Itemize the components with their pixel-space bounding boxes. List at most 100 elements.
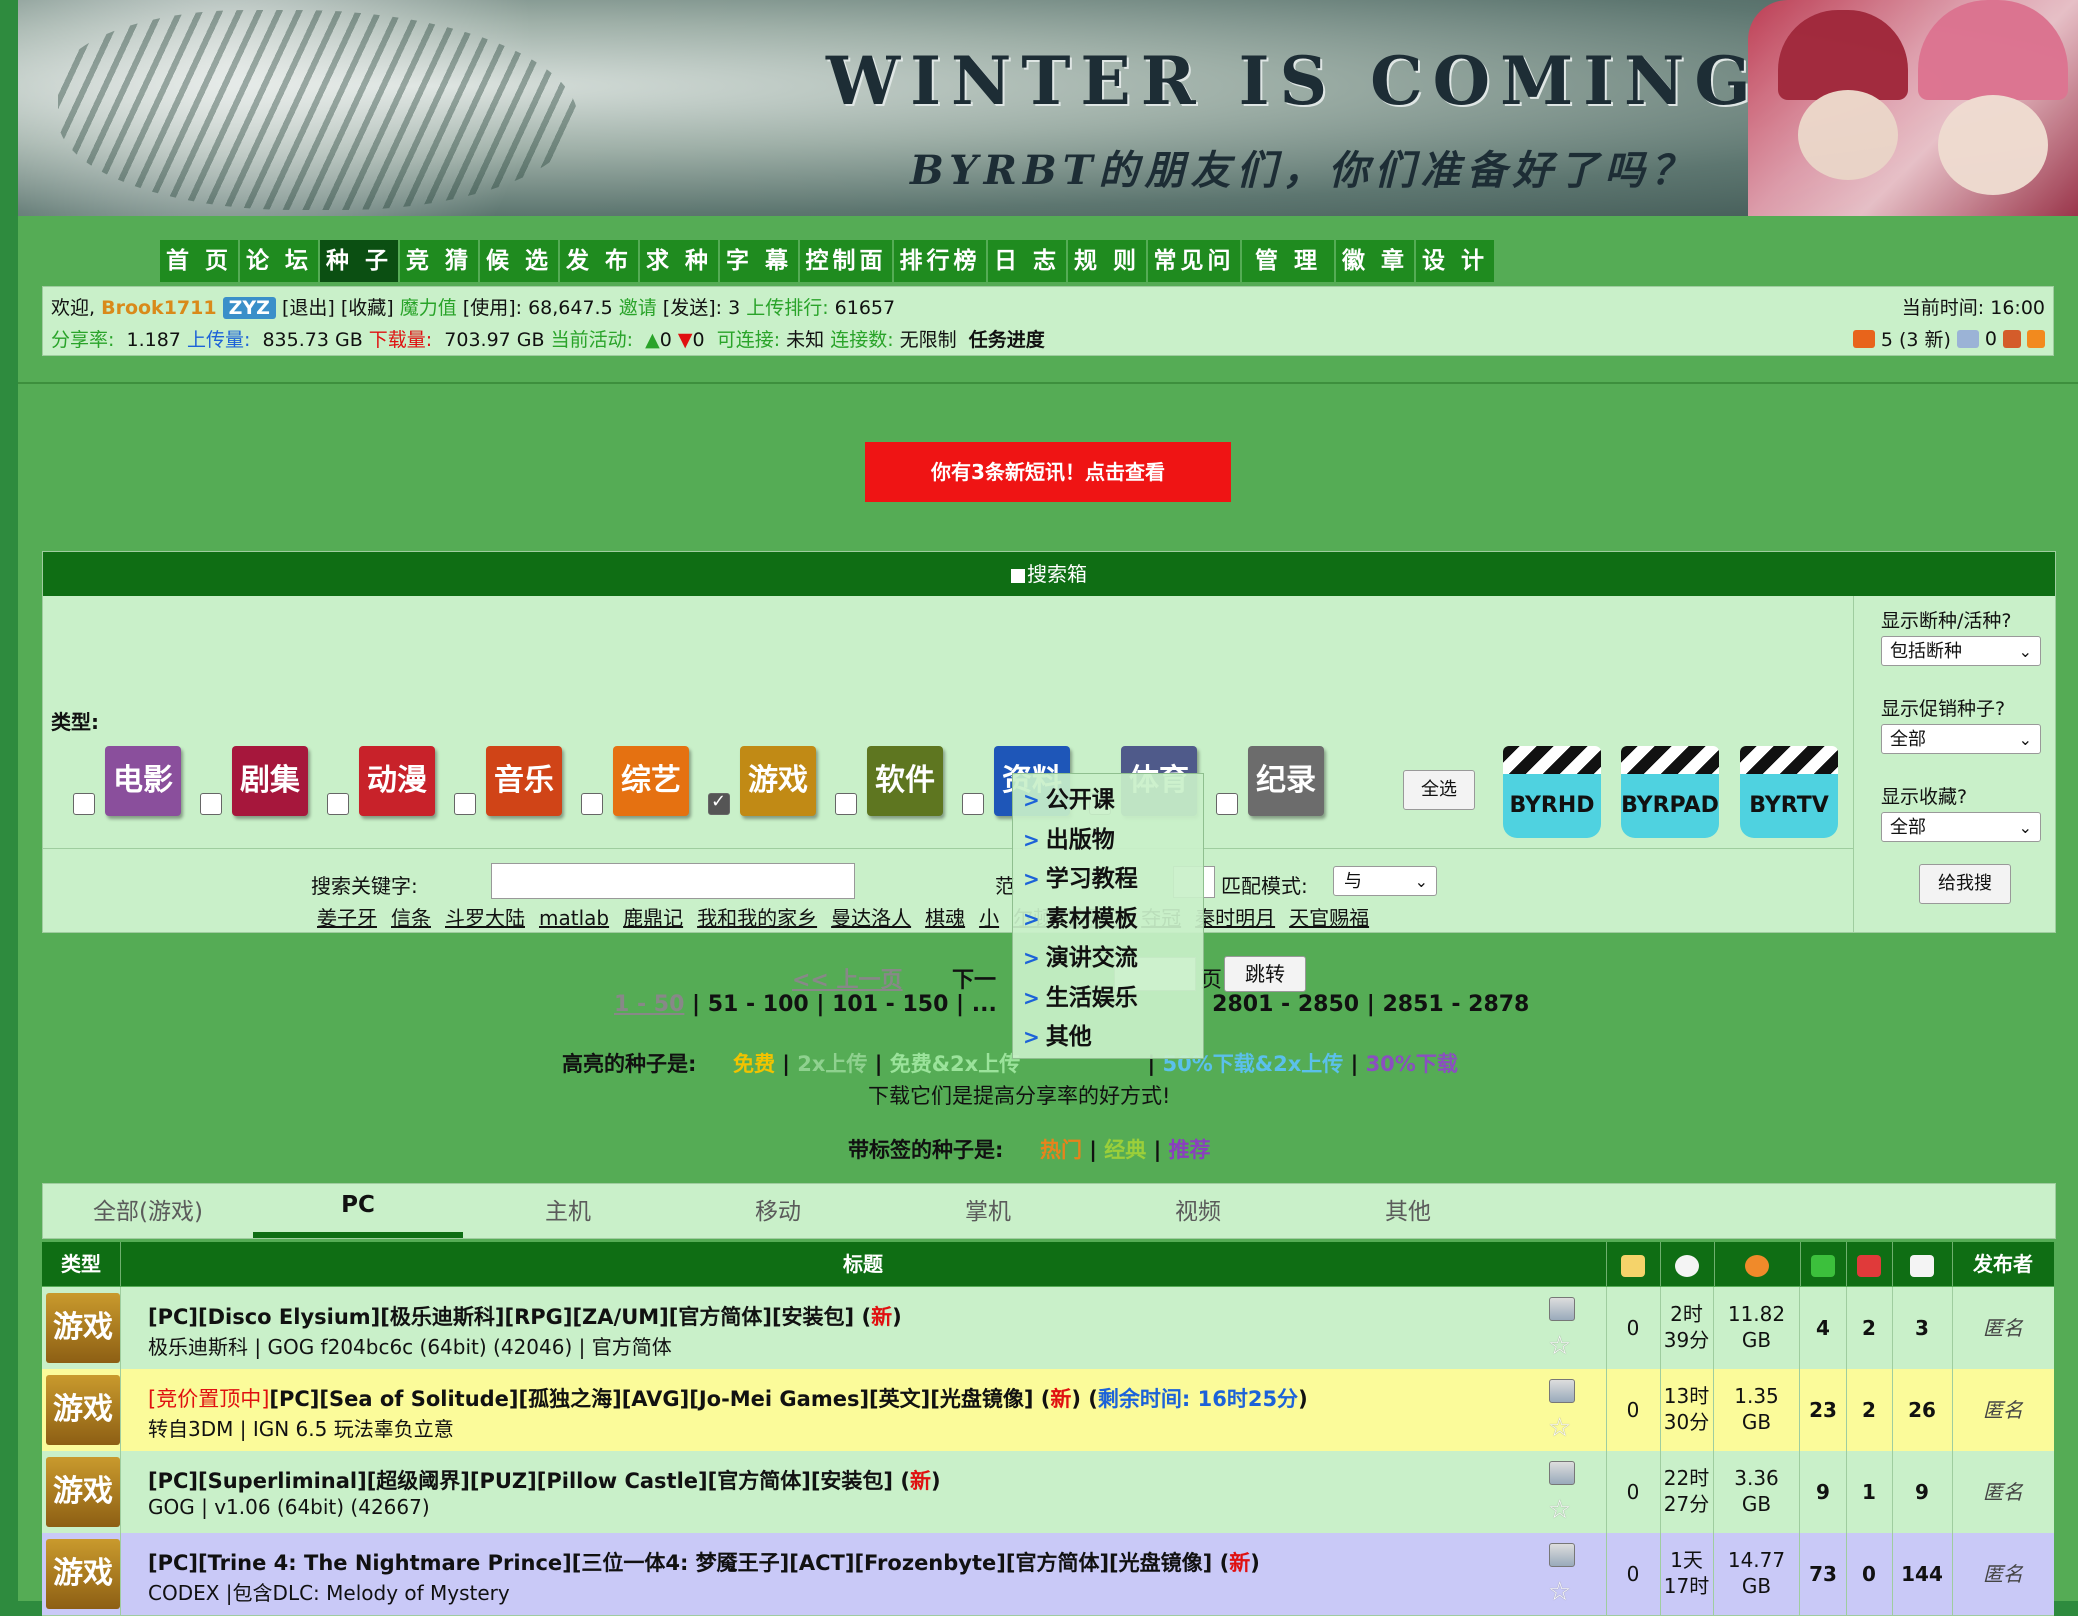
col-leechers[interactable] (1846, 1242, 1893, 1286)
username-link[interactable]: Brook1711 (101, 297, 216, 319)
category-badge[interactable]: 游戏 (46, 1457, 120, 1527)
prev-page-link[interactable]: << 上一页 (792, 962, 903, 994)
page-range-link[interactable]: 101 - 150 (832, 992, 948, 1017)
hot-keyword-link[interactable]: 我和我的家乡 (697, 906, 817, 930)
byr-tile[interactable]: BYRHD (1503, 746, 1601, 838)
seeders-cell[interactable]: 73 (1800, 1533, 1847, 1615)
submenu-item[interactable]: > 演讲交流 (1023, 938, 1138, 972)
page-range-link[interactable]: 2851 - 2878 (1382, 992, 1529, 1017)
task-progress-link[interactable]: 任务进度 (969, 329, 1045, 351)
subcategory-tab[interactable]: 主机 (463, 1192, 673, 1226)
nav-item[interactable]: 控制面板 (800, 240, 894, 316)
category-tile-2[interactable]: 剧集 (232, 746, 308, 816)
submenu-item[interactable]: > 其他 (1023, 1017, 1092, 1051)
torrent-title[interactable]: [竞价置顶中][PC][Sea of Solitude][孤独之海][AVG][… (148, 1383, 1308, 1413)
completed-cell[interactable]: 144 (1892, 1533, 1953, 1615)
category-badge[interactable]: 游戏 (46, 1539, 120, 1609)
hot-keyword-link[interactable]: 秦时明月 (1195, 906, 1275, 930)
category-badge[interactable]: 游戏 (46, 1293, 120, 1363)
table-row[interactable]: 游戏 [PC][Superliminal][超级阈界][PUZ][Pillow C… (42, 1451, 2054, 1534)
search-box-header[interactable]: 搜索箱 (43, 552, 2055, 596)
nav-item[interactable]: 首 页 (160, 240, 240, 282)
friends-icon[interactable] (2003, 329, 2021, 348)
submenu-item[interactable]: > 公开课 (1023, 780, 1115, 814)
bookmark-star-icon[interactable]: ☆ (1548, 1413, 1571, 1443)
category-checkbox[interactable] (327, 793, 349, 815)
hot-keyword-link[interactable]: matlab (539, 906, 609, 930)
invite-value[interactable]: [发送]: 3 (663, 297, 740, 319)
select-all-button[interactable]: 全选 (1403, 770, 1475, 810)
col-publisher[interactable]: 发布者 (1952, 1242, 2054, 1286)
download-icon[interactable] (1549, 1461, 1575, 1485)
category-tile-3[interactable]: 动漫 (359, 746, 435, 816)
leechers-cell[interactable]: 2 (1846, 1369, 1893, 1451)
submenu-item[interactable]: > 学习教程 (1023, 859, 1138, 893)
comments-cell[interactable]: 0 (1606, 1533, 1661, 1615)
col-age[interactable] (1660, 1242, 1715, 1286)
nav-item[interactable]: 竞 猜 (400, 240, 480, 282)
col-type[interactable]: 类型 (42, 1242, 121, 1286)
category-tile-1[interactable]: 电影 (105, 746, 181, 816)
nav-item[interactable]: 排行榜 (894, 240, 988, 282)
col-comments[interactable] (1606, 1242, 1661, 1286)
hot-keyword-link[interactable]: 信条 (391, 906, 431, 930)
torrent-title-text[interactable]: [PC][Disco Elysium][极乐迪斯科][RPG][ZA/UM][官… (148, 1305, 854, 1329)
hot-keyword-link[interactable]: 天官赐福 (1289, 906, 1369, 930)
category-tile-5[interactable]: 综艺 (613, 746, 689, 816)
page-range-link[interactable]: 2801 - 2850 (1212, 992, 1359, 1017)
subcategory-tab[interactable]: 其他 (1303, 1192, 1513, 1226)
next-page-link[interactable]: 下一 (952, 962, 996, 994)
completed-cell[interactable]: 9 (1892, 1451, 1953, 1533)
nav-item[interactable]: 常见问题 (1148, 240, 1242, 316)
category-tile-4[interactable]: 音乐 (486, 746, 562, 816)
bookmark-star-icon[interactable]: ☆ (1548, 1495, 1571, 1525)
category-badge[interactable]: 游戏 (46, 1375, 120, 1445)
subcategory-tab[interactable]: 视频 (1093, 1192, 1303, 1226)
show-fav-select[interactable]: 全部 ⌄ (1881, 812, 2041, 842)
nav-item[interactable]: 日 志 (988, 240, 1068, 282)
seeders-cell[interactable]: 4 (1800, 1287, 1847, 1369)
comments-cell[interactable]: 0 (1606, 1369, 1661, 1451)
table-row[interactable]: 游戏 [竞价置顶中][PC][Sea of Solitude][孤独之海][AVG… (42, 1369, 2054, 1452)
col-completed[interactable] (1892, 1242, 1953, 1286)
seeders-cell[interactable]: 9 (1800, 1451, 1847, 1533)
category-checkbox[interactable] (581, 793, 603, 815)
col-size[interactable] (1714, 1242, 1801, 1286)
bonus-value[interactable]: [使用]: 68,647.5 (463, 297, 613, 319)
hot-keyword-link[interactable]: 斗罗大陆 (445, 906, 525, 930)
download-icon[interactable] (1549, 1297, 1575, 1321)
hot-keyword-link[interactable]: 姜子牙 (317, 906, 377, 930)
nav-item[interactable]: 徽 章 (1336, 240, 1416, 282)
nav-item[interactable]: 求 种 (640, 240, 720, 282)
seeders-cell[interactable]: 23 (1800, 1369, 1847, 1451)
col-title[interactable]: 标题 (120, 1242, 1607, 1286)
torrent-title-text[interactable]: [PC][Superliminal][超级阈界][PUZ][Pillow Cas… (148, 1469, 893, 1493)
category-tile-10[interactable]: 纪录 (1248, 746, 1324, 816)
watch-icon[interactable] (1956, 329, 1979, 348)
leechers-cell[interactable]: 2 (1846, 1287, 1893, 1369)
invite-label[interactable]: 邀请 (619, 297, 657, 319)
subcategory-tab[interactable]: 全部(游戏) (43, 1192, 253, 1226)
completed-cell[interactable]: 26 (1892, 1369, 1953, 1451)
subcategory-tab[interactable]: 掌机 (883, 1192, 1093, 1226)
rss-icon[interactable] (2027, 329, 2045, 348)
keyword-input[interactable] (491, 863, 855, 899)
hot-keyword-link[interactable]: 棋魂 (925, 906, 965, 930)
inbox-icon[interactable] (1852, 329, 1875, 348)
category-checkbox[interactable] (200, 793, 222, 815)
byr-tile[interactable]: BYRPAD (1621, 746, 1719, 838)
table-row[interactable]: 游戏 [PC][Disco Elysium][极乐迪斯科][RPG][ZA/UM]… (42, 1287, 2054, 1370)
category-checkbox[interactable] (454, 793, 476, 815)
nav-item[interactable]: 规 则 (1068, 240, 1148, 282)
download-icon[interactable] (1549, 1379, 1575, 1403)
nav-item[interactable]: 管 理 组 (1242, 240, 1336, 316)
category-checkbox[interactable] (962, 793, 984, 815)
show-promo-select[interactable]: 全部 ⌄ (1881, 724, 2041, 754)
torrent-title[interactable]: [PC][Disco Elysium][极乐迪斯科][RPG][ZA/UM][官… (148, 1301, 902, 1331)
favorites-link[interactable]: [收藏] (341, 297, 394, 319)
submenu-item[interactable]: > 素材模板 (1023, 899, 1138, 933)
torrent-title-text[interactable]: [PC][Sea of Solitude][孤独之海][AVG][Jo-Mei … (269, 1387, 1033, 1411)
torrent-title[interactable]: [PC][Superliminal][超级阈界][PUZ][Pillow Cas… (148, 1465, 941, 1495)
leechers-cell[interactable]: 0 (1846, 1533, 1893, 1615)
category-checkbox[interactable] (1216, 793, 1238, 815)
